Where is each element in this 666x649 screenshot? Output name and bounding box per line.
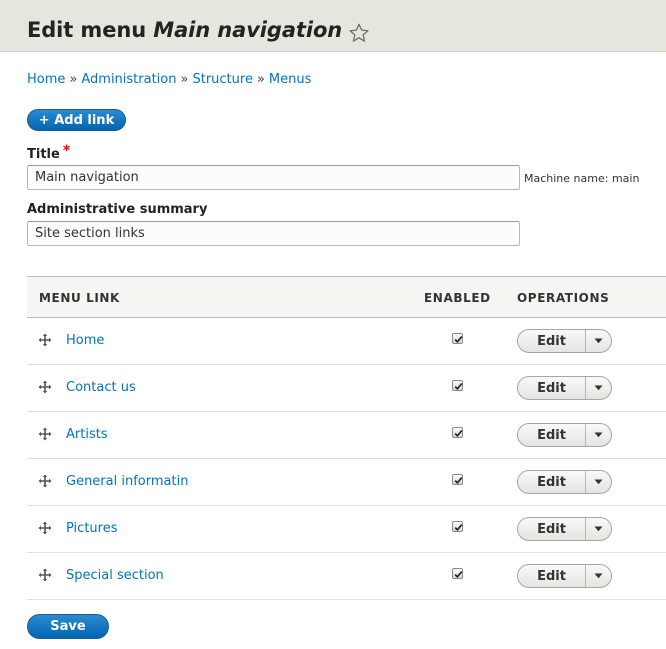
add-link-button[interactable]: + Add link xyxy=(27,109,126,131)
page-title: Edit menu Main navigation xyxy=(27,18,342,42)
edit-button[interactable]: Edit xyxy=(518,330,586,352)
caret-down-icon xyxy=(594,526,603,532)
operations-toggle[interactable] xyxy=(586,377,611,399)
menu-links-table: MENU LINK ENABLED OPERATIONS Home Edit Con… xyxy=(27,276,666,600)
caret-down-icon xyxy=(594,432,603,438)
edit-button[interactable]: Edit xyxy=(518,471,586,493)
operations-toggle[interactable] xyxy=(586,424,611,446)
enabled-checkbox[interactable] xyxy=(452,474,463,485)
move-cross-icon[interactable] xyxy=(38,427,52,441)
operations-dropbutton: Edit xyxy=(517,423,612,447)
required-marker: * xyxy=(62,143,71,159)
menu-link[interactable]: Artists xyxy=(66,427,108,442)
caret-down-icon xyxy=(594,338,603,344)
breadcrumb-administration[interactable]: Administration xyxy=(81,72,176,87)
caret-down-icon xyxy=(594,573,603,579)
edit-button[interactable]: Edit xyxy=(518,518,586,540)
caret-down-icon xyxy=(594,385,603,391)
breadcrumb-separator: » xyxy=(180,72,189,87)
breadcrumb-separator: » xyxy=(256,72,265,87)
enabled-checkbox[interactable] xyxy=(452,333,463,344)
edit-button[interactable]: Edit xyxy=(518,424,586,446)
menu-link[interactable]: Contact us xyxy=(66,380,136,395)
operations-dropbutton: Edit xyxy=(517,376,612,400)
checkmark-icon xyxy=(454,524,463,532)
header-menu-link: MENU LINK xyxy=(39,291,120,305)
header-enabled: ENABLED xyxy=(424,291,491,305)
move-cross-icon[interactable] xyxy=(38,474,52,488)
title-input[interactable]: Main navigation xyxy=(27,165,520,190)
menu-link[interactable]: Special section xyxy=(66,568,164,583)
table-header: MENU LINK ENABLED OPERATIONS xyxy=(27,276,666,318)
page-header: Edit menu Main navigation xyxy=(0,0,666,52)
table-row: General informatin Edit xyxy=(27,459,666,506)
checkmark-icon xyxy=(454,477,463,485)
breadcrumb-menus[interactable]: Menus xyxy=(269,72,311,87)
operations-dropbutton: Edit xyxy=(517,517,612,541)
machine-name: Machine name: main xyxy=(524,172,640,185)
table-row: Pictures Edit xyxy=(27,506,666,553)
breadcrumb-structure[interactable]: Structure xyxy=(192,72,252,87)
operations-dropbutton: Edit xyxy=(517,470,612,494)
page-title-menu-name: Main navigation xyxy=(153,18,343,42)
menu-link[interactable]: Home xyxy=(66,333,104,348)
edit-button[interactable]: Edit xyxy=(518,377,586,399)
summary-input[interactable]: Site section links xyxy=(27,221,520,246)
page-title-prefix: Edit menu xyxy=(27,18,154,42)
enabled-checkbox[interactable] xyxy=(452,521,463,532)
operations-toggle[interactable] xyxy=(586,330,611,352)
table-row: Special section Edit xyxy=(27,553,666,600)
table-row: Contact us Edit xyxy=(27,365,666,412)
move-cross-icon[interactable] xyxy=(38,380,52,394)
checkmark-icon xyxy=(454,336,463,344)
breadcrumb-separator: » xyxy=(69,72,78,87)
title-label: Title * xyxy=(27,143,71,162)
menu-link[interactable]: General informatin xyxy=(66,474,188,489)
header-operations: OPERATIONS xyxy=(517,291,610,305)
move-cross-icon[interactable] xyxy=(38,333,52,347)
caret-down-icon xyxy=(594,479,603,485)
enabled-checkbox[interactable] xyxy=(452,380,463,391)
menu-link[interactable]: Pictures xyxy=(66,521,117,536)
operations-toggle[interactable] xyxy=(586,471,611,493)
summary-label: Administrative summary xyxy=(27,202,208,217)
star-outline-icon[interactable] xyxy=(348,22,370,44)
enabled-checkbox[interactable] xyxy=(452,427,463,438)
save-button[interactable]: Save xyxy=(27,614,109,639)
operations-toggle[interactable] xyxy=(586,565,611,587)
table-body: Home Edit Contact us Edit Artists Edit General… xyxy=(27,318,666,600)
operations-dropbutton: Edit xyxy=(517,564,612,588)
title-label-text: Title xyxy=(27,147,60,162)
checkmark-icon xyxy=(454,383,463,391)
breadcrumb-home[interactable]: Home xyxy=(27,72,65,87)
operations-toggle[interactable] xyxy=(586,518,611,540)
move-cross-icon[interactable] xyxy=(38,568,52,582)
checkmark-icon xyxy=(454,571,463,579)
checkmark-icon xyxy=(454,430,463,438)
enabled-checkbox[interactable] xyxy=(452,568,463,579)
operations-dropbutton: Edit xyxy=(517,329,612,353)
move-cross-icon[interactable] xyxy=(38,521,52,535)
table-row: Home Edit xyxy=(27,318,666,365)
breadcrumb: Home» Administration» Structure» Menus xyxy=(27,72,311,87)
table-row: Artists Edit xyxy=(27,412,666,459)
edit-button[interactable]: Edit xyxy=(518,565,586,587)
